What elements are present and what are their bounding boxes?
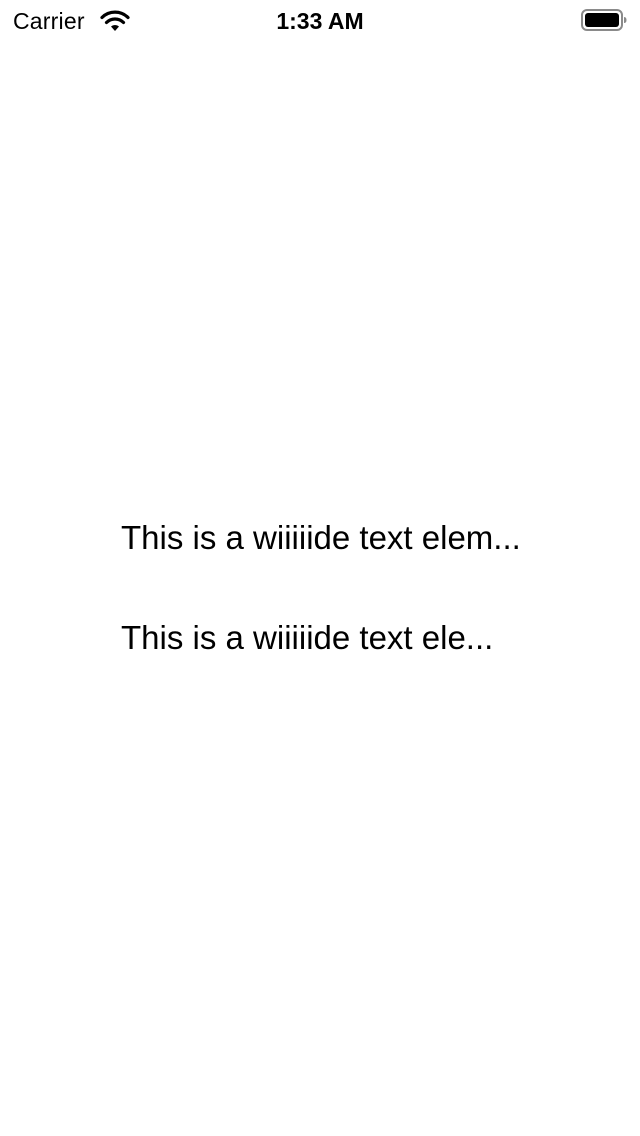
status-time: 1:33 AM: [276, 8, 364, 34]
status-bar: Carrier 1:33 AM: [0, 0, 640, 40]
wide-text-element-2: This is a wiiiiide text ele...: [121, 619, 494, 656]
app-screen: Carrier 1:33 AM This is a wiiiiide text …: [0, 0, 640, 1136]
wide-text-element-1: This is a wiiiiide text elem...: [121, 519, 521, 556]
battery-icon: [581, 9, 627, 31]
